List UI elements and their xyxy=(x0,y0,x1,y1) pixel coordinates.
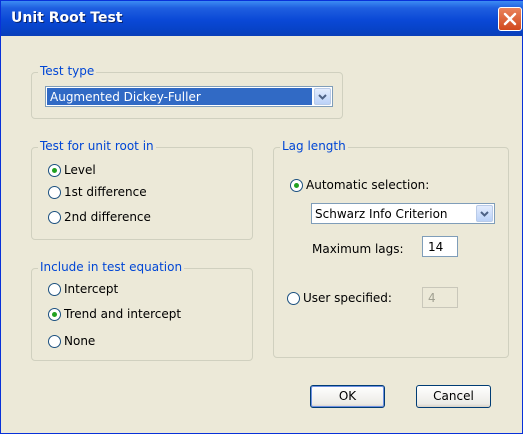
radio-level-indicator[interactable] xyxy=(48,163,61,177)
radio-none-label: None xyxy=(64,334,96,348)
radio-level-label: Level xyxy=(64,163,96,177)
radio-trend-and-intercept-label: Trend and intercept xyxy=(64,307,182,321)
test-type-legend: Test type xyxy=(38,64,97,78)
include-legend: Include in test equation xyxy=(38,260,185,274)
cancel-button[interactable]: Cancel xyxy=(416,385,491,408)
radio-2nd-difference[interactable]: 2nd difference xyxy=(48,210,151,224)
radio-intercept-label: Intercept xyxy=(64,282,119,296)
radio-2nd-difference-indicator[interactable] xyxy=(48,210,61,224)
title-bar[interactable]: Unit Root Test xyxy=(1,1,523,36)
radio-user-specified[interactable]: User specified: xyxy=(287,291,392,305)
radio-1st-difference[interactable]: 1st difference xyxy=(48,185,147,199)
radio-none-indicator[interactable] xyxy=(48,334,61,348)
ok-button[interactable]: OK xyxy=(310,385,385,408)
radio-2nd-difference-label: 2nd difference xyxy=(64,210,151,224)
test-type-dropdown-arrow[interactable] xyxy=(314,88,331,105)
close-button[interactable] xyxy=(498,7,522,31)
test-type-group: Test type Augmented Dickey-Fuller xyxy=(31,64,343,119)
lag-length-legend: Lag length xyxy=(280,139,348,153)
unit-root-test-dialog: Unit Root Test Test type Augmented Dicke… xyxy=(0,0,523,434)
chevron-down-icon xyxy=(318,94,327,100)
close-icon xyxy=(503,12,517,26)
max-lags-label: Maximum lags: xyxy=(312,242,404,256)
radio-intercept[interactable]: Intercept xyxy=(48,282,118,296)
radio-intercept-indicator[interactable] xyxy=(48,282,61,296)
radio-automatic-selection-indicator[interactable] xyxy=(290,178,303,192)
radio-trend-and-intercept[interactable]: Trend and intercept xyxy=(48,307,181,321)
radio-automatic-selection-label: Automatic selection: xyxy=(306,178,430,192)
criterion-dropdown-arrow[interactable] xyxy=(476,205,493,222)
radio-user-specified-indicator[interactable] xyxy=(287,291,300,305)
criterion-value: Schwarz Info Criterion xyxy=(315,207,448,221)
include-group: Include in test equation Intercept Trend… xyxy=(31,260,253,361)
radio-automatic-selection[interactable]: Automatic selection: xyxy=(290,178,429,192)
chevron-down-icon xyxy=(480,211,489,217)
criterion-dropdown[interactable]: Schwarz Info Criterion xyxy=(311,203,495,224)
radio-1st-difference-indicator[interactable] xyxy=(48,185,61,199)
test-type-value: Augmented Dickey-Fuller xyxy=(47,88,312,105)
radio-level[interactable]: Level xyxy=(48,163,96,177)
radio-1st-difference-label: 1st difference xyxy=(64,185,147,199)
radio-user-specified-label: User specified: xyxy=(303,291,392,305)
lag-length-group: Lag length Automatic selection: Schwarz … xyxy=(273,139,509,358)
unit-root-in-legend: Test for unit root in xyxy=(38,139,156,153)
unit-root-in-group: Test for unit root in Level 1st differen… xyxy=(31,139,253,240)
user-specified-input[interactable]: 4 xyxy=(422,287,458,308)
max-lags-input[interactable]: 14 xyxy=(422,236,458,257)
radio-none[interactable]: None xyxy=(48,334,95,348)
radio-trend-and-intercept-indicator[interactable] xyxy=(48,307,61,321)
test-type-dropdown[interactable]: Augmented Dickey-Fuller xyxy=(45,86,333,107)
window-title: Unit Root Test xyxy=(11,10,123,26)
